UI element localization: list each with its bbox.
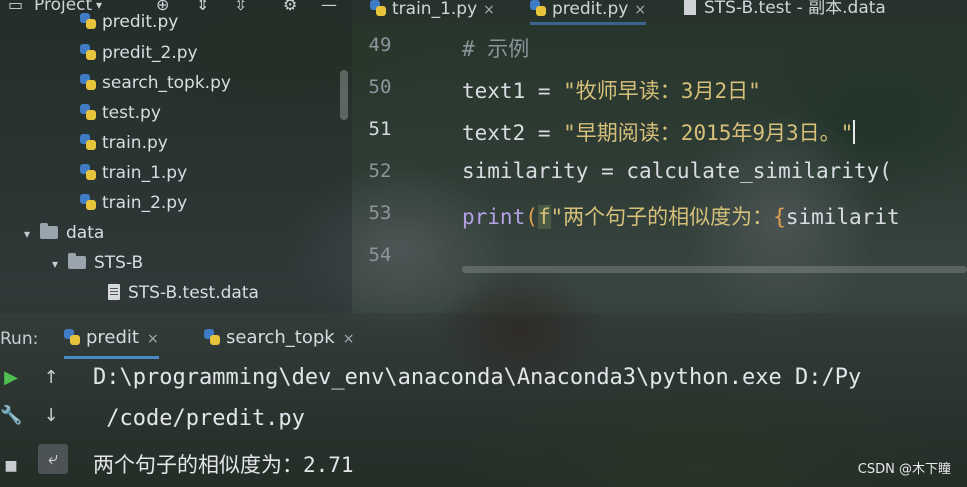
run-panel: Run: predit × search_topk × ▶ ↑ 🔧 ↓ ■ ⤶ D:… <box>0 313 967 487</box>
tree-item-test[interactable]: test.py <box>80 99 161 127</box>
chevron-down-icon[interactable]: ▾ <box>52 250 68 278</box>
line-number: 52 <box>368 160 392 182</box>
tree-item-predit-2[interactable]: predit_2.py <box>80 39 198 67</box>
code-line-49[interactable]: # 示例 <box>462 33 529 63</box>
tree-item-predit[interactable]: predit.py <box>80 8 178 36</box>
tree-item-search-topk[interactable]: search_topk.py <box>80 69 231 97</box>
wrench-icon[interactable]: 🔧 <box>0 405 22 427</box>
console-line-command-cont: /code/predit.py <box>93 406 305 431</box>
run-tab-search-topk[interactable]: search_topk × <box>204 327 354 348</box>
code-editor[interactable]: 49 50 51 52 53 54 # 示例 text1 = "牧师早读：3月2… <box>352 22 967 313</box>
code-line-51[interactable]: text2 = "早期阅读：2015年9月3日。" <box>462 117 856 147</box>
tab-sts-b-test-copy[interactable]: STS-B.test - 副本.data <box>684 0 886 22</box>
tree-folder-data[interactable]: ▾ data <box>24 219 104 247</box>
python-file-icon <box>370 0 386 16</box>
run-tab-bar: Run: predit × search_topk × <box>0 313 967 359</box>
line-number: 51 <box>368 118 392 140</box>
console-output: 两个句子的相似度为：2.71 <box>93 453 354 477</box>
python-file-icon <box>204 329 220 345</box>
close-icon[interactable]: × <box>634 2 646 18</box>
code-line-50[interactable]: text1 = "牧师早读：3月2日" <box>462 75 761 105</box>
editor-tab-bar: train_1.py × predit.py × STS-B.test - 副本.d… <box>352 0 967 25</box>
tree-folder-sts-b[interactable]: ▾ STS-B <box>52 249 143 277</box>
text-caret <box>853 120 856 144</box>
tree-item-sts-b-test-data[interactable]: STS-B.test.data <box>108 279 259 307</box>
project-scrollbar[interactable] <box>340 70 348 120</box>
python-file-icon <box>80 44 96 60</box>
gear-icon[interactable]: ⚙ <box>283 0 297 13</box>
run-tab-predit[interactable]: predit × <box>64 327 159 359</box>
python-file-icon <box>80 104 96 120</box>
project-view-icon[interactable]: ▭ <box>8 0 23 13</box>
python-file-icon <box>530 0 546 16</box>
text-file-icon <box>684 0 696 15</box>
line-number: 49 <box>368 34 392 56</box>
soft-wrap-icon[interactable]: ⤶ <box>38 444 68 474</box>
folder-icon <box>68 253 86 269</box>
python-file-icon <box>80 134 96 150</box>
tree-item-train-1[interactable]: train_1.py <box>80 159 187 187</box>
python-file-icon <box>64 329 80 345</box>
code-line-53[interactable]: print(f"两个句子的相似度为：{similarit <box>462 201 900 231</box>
expand-all-icon[interactable]: ⇕ <box>196 0 209 13</box>
folder-icon <box>40 223 58 239</box>
python-file-icon <box>80 194 96 210</box>
chevron-down-icon[interactable]: ▾ <box>24 220 40 248</box>
arrow-up-icon[interactable]: ↑ <box>40 367 62 389</box>
python-file-icon <box>80 74 96 90</box>
close-icon[interactable]: × <box>147 331 159 347</box>
stop-icon[interactable]: ■ <box>0 455 22 477</box>
text-file-icon <box>108 284 120 300</box>
project-panel: ▭ Project ▾ ⊕ ⇕ ⇳ ⚙ — predit.py predit_2… <box>0 0 352 313</box>
arrow-down-icon[interactable]: ↓ <box>40 405 62 427</box>
tab-train-1[interactable]: train_1.py × <box>370 0 495 22</box>
minimize-icon[interactable]: — <box>321 0 337 13</box>
run-label: Run: <box>0 329 39 349</box>
close-icon[interactable]: × <box>483 2 495 18</box>
close-icon[interactable]: × <box>343 331 355 347</box>
watermark: CSDN @木下瞳 <box>857 462 951 477</box>
line-number: 50 <box>368 76 392 98</box>
rerun-icon[interactable]: ▶ <box>0 367 22 389</box>
python-file-icon <box>80 164 96 180</box>
code-line-52[interactable]: similarity = calculate_similarity( <box>462 159 892 183</box>
collapse-all-icon[interactable]: ⇳ <box>234 0 247 13</box>
line-number: 53 <box>368 202 392 224</box>
line-number: 54 <box>368 244 392 266</box>
tree-item-train-2[interactable]: train_2.py <box>80 189 187 217</box>
tree-item-train[interactable]: train.py <box>80 129 168 157</box>
console-line-command: D:\programming\dev_env\anaconda\Anaconda… <box>93 365 862 390</box>
python-file-icon <box>80 13 96 29</box>
editor-horizontal-scrollbar[interactable] <box>462 266 967 273</box>
